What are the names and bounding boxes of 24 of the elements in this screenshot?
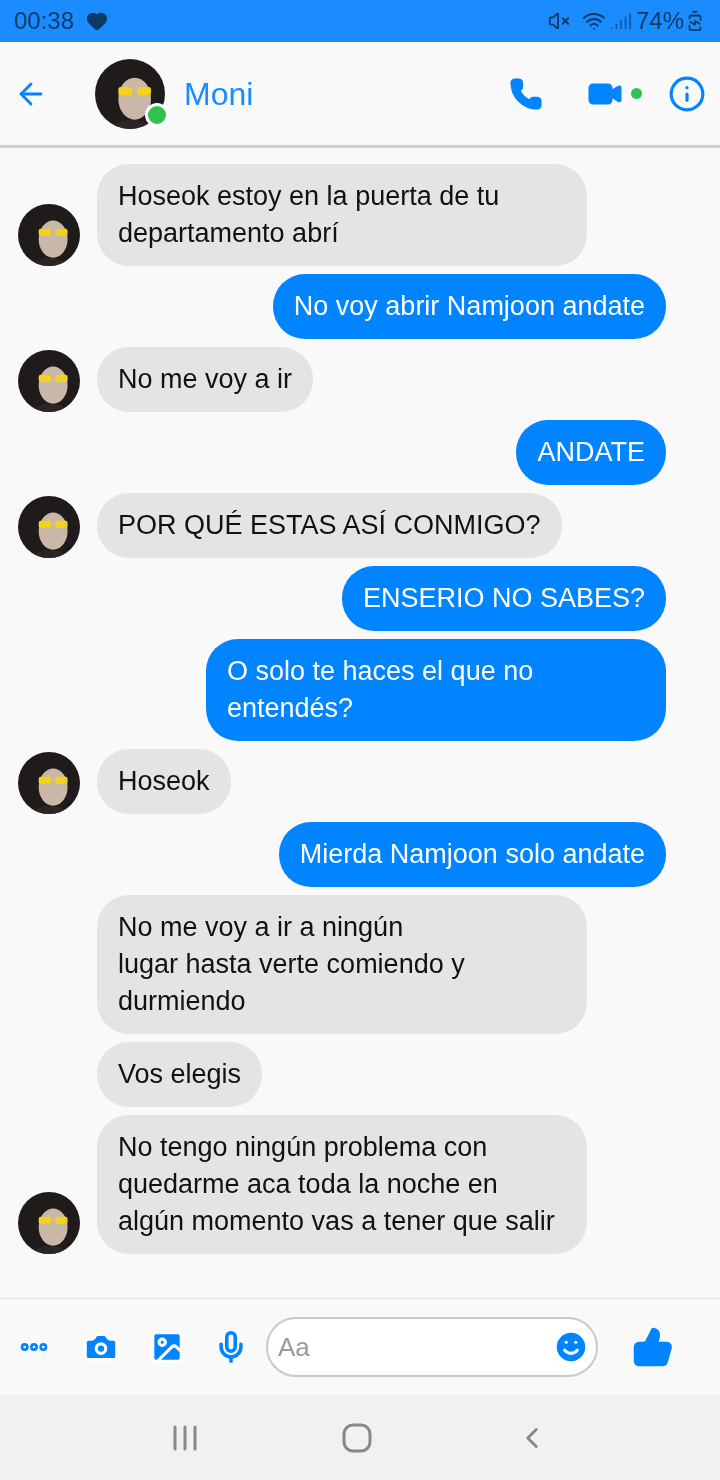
sent-message: O solo te haces el que no entendés? [206, 639, 666, 741]
like-icon[interactable] [632, 1326, 674, 1368]
sent-message: ANDATE [516, 420, 666, 485]
sent-message: No voy abrir Namjoon andate [272, 274, 666, 339]
mute-icon [547, 10, 570, 32]
battery-percent: 74% [635, 6, 684, 36]
phone-icon[interactable] [509, 76, 543, 111]
received-message: No tengo ningún problema con quedarme aca toda la noche en algún momento vas a tener que salir [97, 1115, 587, 1254]
message-field[interactable]: Aa [266, 1317, 598, 1377]
recent-apps-icon[interactable] [171, 1423, 200, 1452]
received-message: POR QUÉ ESTAS ASÍ CONMIGO? [97, 493, 562, 558]
signal-icon [609, 10, 632, 32]
received-message: Hoseok estoy en la puerta de tu departamento abrí [97, 164, 587, 266]
received-message: Vos elegis [97, 1042, 263, 1107]
heart-icon [86, 10, 109, 32]
info-icon[interactable] [668, 74, 706, 113]
received-message: Hoseok [97, 749, 231, 814]
sent-message: ENSERIO NO SABES? [341, 566, 666, 631]
home-icon[interactable] [342, 1422, 372, 1453]
received-message: No me voy a ir [97, 347, 314, 412]
sent-message: Mierda Namjoon solo andate [278, 822, 666, 887]
status-time: 00:38 [14, 6, 75, 36]
contact-name[interactable]: Moni [184, 69, 509, 118]
received-message: No me voy a ir a ningún lugar hasta verte comiendo y durmiendo [97, 895, 587, 1034]
